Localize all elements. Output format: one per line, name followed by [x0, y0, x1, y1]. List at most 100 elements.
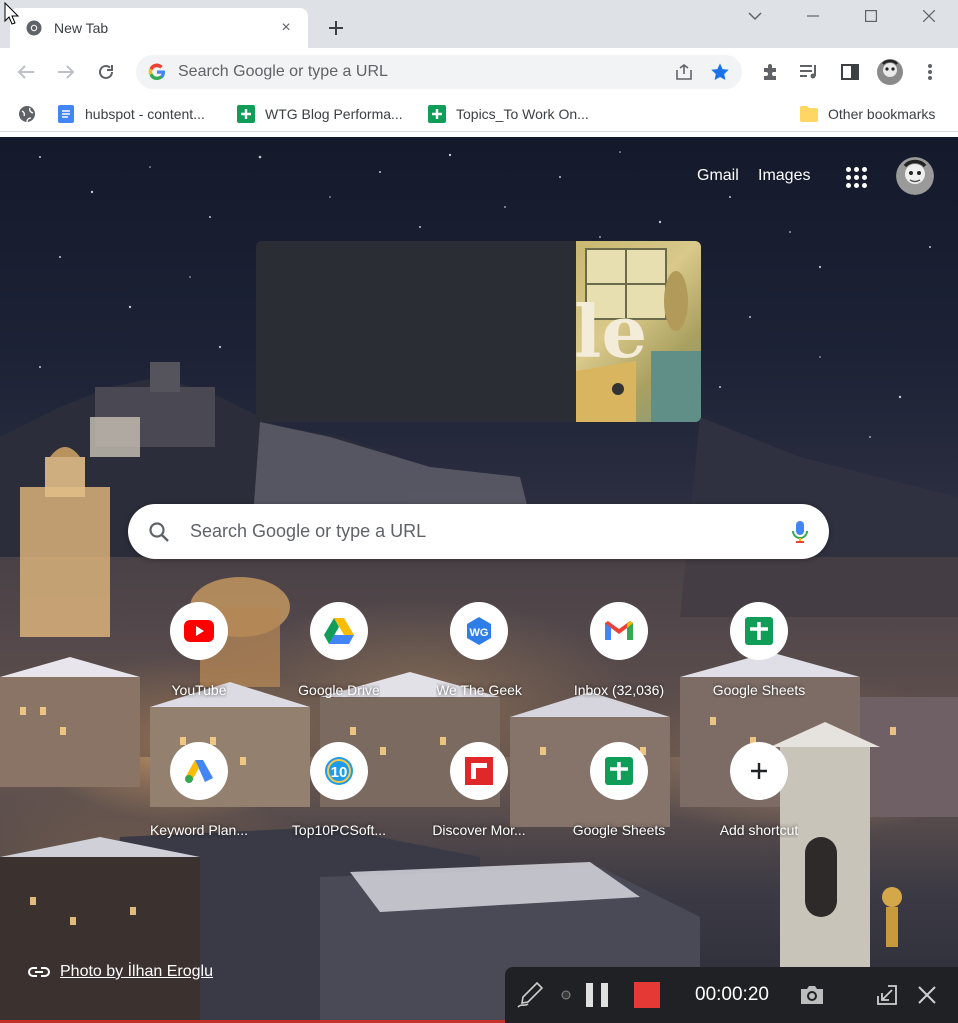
plus-icon [329, 21, 343, 35]
add-shortcut-button[interactable]: Add shortcut [689, 740, 829, 852]
toolbar: Search Google or type a URL [0, 48, 958, 96]
voice-search-button[interactable] [791, 520, 809, 544]
shortcut-icon-circle: 10 [310, 742, 368, 800]
account-avatar[interactable] [896, 157, 934, 195]
shortcut-icon-circle [170, 602, 228, 660]
shortcut-label: YouTube [171, 682, 227, 698]
close-icon [918, 986, 936, 1004]
photo-credit-link[interactable]: Photo by İlhan Eroglu [28, 963, 213, 981]
gmail-link[interactable]: Gmail [697, 167, 739, 185]
extensions-button[interactable] [756, 58, 784, 86]
share-icon [676, 64, 692, 80]
google-doodle[interactable]: le [256, 241, 701, 422]
shortcut-icon-circle [730, 742, 788, 800]
shortcut-inbox[interactable]: Inbox (32,036) [549, 600, 689, 712]
svg-text:WG: WG [470, 627, 489, 639]
top10-icon: 10 [325, 757, 353, 785]
youtube-icon [184, 620, 214, 642]
doodle-redacted-area [256, 241, 576, 422]
reload-icon [99, 64, 113, 79]
collapse-icon [877, 985, 897, 1005]
other-bookmarks[interactable]: Other bookmarks [800, 102, 935, 126]
shortcut-icon-circle: WG [450, 602, 508, 660]
chrome-icon [26, 20, 42, 36]
tab-search-button[interactable] [726, 0, 784, 32]
profile-button[interactable] [876, 58, 904, 86]
back-button[interactable] [12, 58, 40, 86]
kebab-menu-icon [928, 64, 932, 80]
shortcut-label: Google Drive [298, 682, 380, 698]
minimize-button[interactable] [784, 0, 842, 32]
chevron-down-icon [748, 12, 762, 21]
photo-credit-text: Photo by İlhan Eroglu [60, 963, 213, 980]
annotate-button[interactable] [505, 967, 555, 1023]
shortcut-google-sheets[interactable]: Google Sheets [689, 600, 829, 712]
shortcut-we-the-geek[interactable]: WG We The Geek [409, 600, 549, 712]
shortcut-icon-circle [590, 742, 648, 800]
arrow-left-icon [17, 65, 34, 79]
shortcut-google-sheets-2[interactable]: Google Sheets [549, 740, 689, 852]
shortcut-label: Google Sheets [572, 822, 666, 838]
shortcut-label: Google Sheets [712, 682, 806, 698]
menu-button[interactable] [916, 58, 944, 86]
gmail-icon [605, 621, 633, 640]
shortcut-icon-circle [730, 602, 788, 660]
ntp-search-box[interactable]: Search Google or type a URL [128, 504, 829, 559]
google-sheets-icon [745, 617, 773, 645]
shortcut-google-drive[interactable]: Google Drive [269, 600, 409, 712]
ntp-search-placeholder: Search Google or type a URL [190, 521, 427, 541]
puzzle-icon [764, 64, 776, 80]
shortcut-youtube[interactable]: YouTube [129, 600, 269, 712]
shortcut-top10pcsoft[interactable]: 10 Top10PCSoft... [269, 740, 409, 852]
tab-strip: New Tab × [0, 0, 958, 48]
shortcut-icon-circle [170, 742, 228, 800]
bookmark-label: hubspot - content... [85, 106, 205, 122]
window-controls [726, 0, 958, 32]
tab-title: New Tab [54, 20, 109, 36]
bookmark-star-button[interactable] [706, 58, 734, 86]
google-ads-icon [185, 760, 213, 783]
side-panel-icon [841, 64, 859, 80]
maximize-button[interactable] [842, 0, 900, 32]
svg-text:10: 10 [331, 764, 348, 781]
media-controls-button[interactable] [795, 58, 823, 86]
stop-recording-button[interactable] [617, 967, 677, 1023]
google-drive-icon [324, 618, 354, 644]
omnibox[interactable]: Search Google or type a URL [136, 55, 742, 89]
bookmark-label: WTG Blog Performa... [265, 106, 403, 122]
bookmark-hubspot[interactable]: hubspot - content... [57, 102, 205, 126]
search-icon [149, 521, 169, 542]
close-recorder-button[interactable] [907, 967, 947, 1023]
images-link[interactable]: Images [758, 167, 810, 185]
omnibox-placeholder: Search Google or type a URL [178, 63, 388, 80]
google-apps-button[interactable] [842, 163, 870, 191]
google-sheets-icon [237, 105, 255, 123]
forward-button[interactable] [52, 58, 80, 86]
reload-button[interactable] [92, 58, 120, 86]
bookmark-topics[interactable]: Topics_To Work On... [428, 102, 589, 126]
google-docs-icon [57, 105, 75, 123]
apps-bookmark[interactable] [18, 102, 46, 126]
close-window-button[interactable] [900, 0, 958, 32]
shortcut-icon-circle [310, 602, 368, 660]
minimize-recorder-button[interactable] [867, 967, 907, 1023]
new-tab-button[interactable] [322, 14, 350, 42]
share-button[interactable] [670, 58, 698, 86]
shortcut-label: Top10PCSoft... [291, 822, 387, 838]
bookmark-wtg-blog[interactable]: WTG Blog Performa... [237, 102, 403, 126]
plus-icon [751, 763, 767, 779]
minimize-icon [807, 15, 819, 17]
screenshot-button[interactable] [787, 967, 837, 1023]
tab-close-icon[interactable]: × [276, 18, 296, 38]
avatar [877, 59, 903, 85]
google-g-icon [148, 63, 165, 81]
shortcut-discover-more[interactable]: Discover Mor... [409, 740, 549, 852]
shortcut-keyword-planner[interactable]: Keyword Plan... [129, 740, 269, 852]
avatar [896, 157, 934, 195]
pause-recording-button[interactable] [577, 967, 617, 1023]
side-panel-button[interactable] [836, 58, 864, 86]
pen-icon [517, 981, 544, 1008]
shortcut-label: Add shortcut [719, 822, 799, 838]
tab-new-tab[interactable]: New Tab × [10, 8, 308, 48]
record-indicator-dot [555, 967, 577, 1023]
